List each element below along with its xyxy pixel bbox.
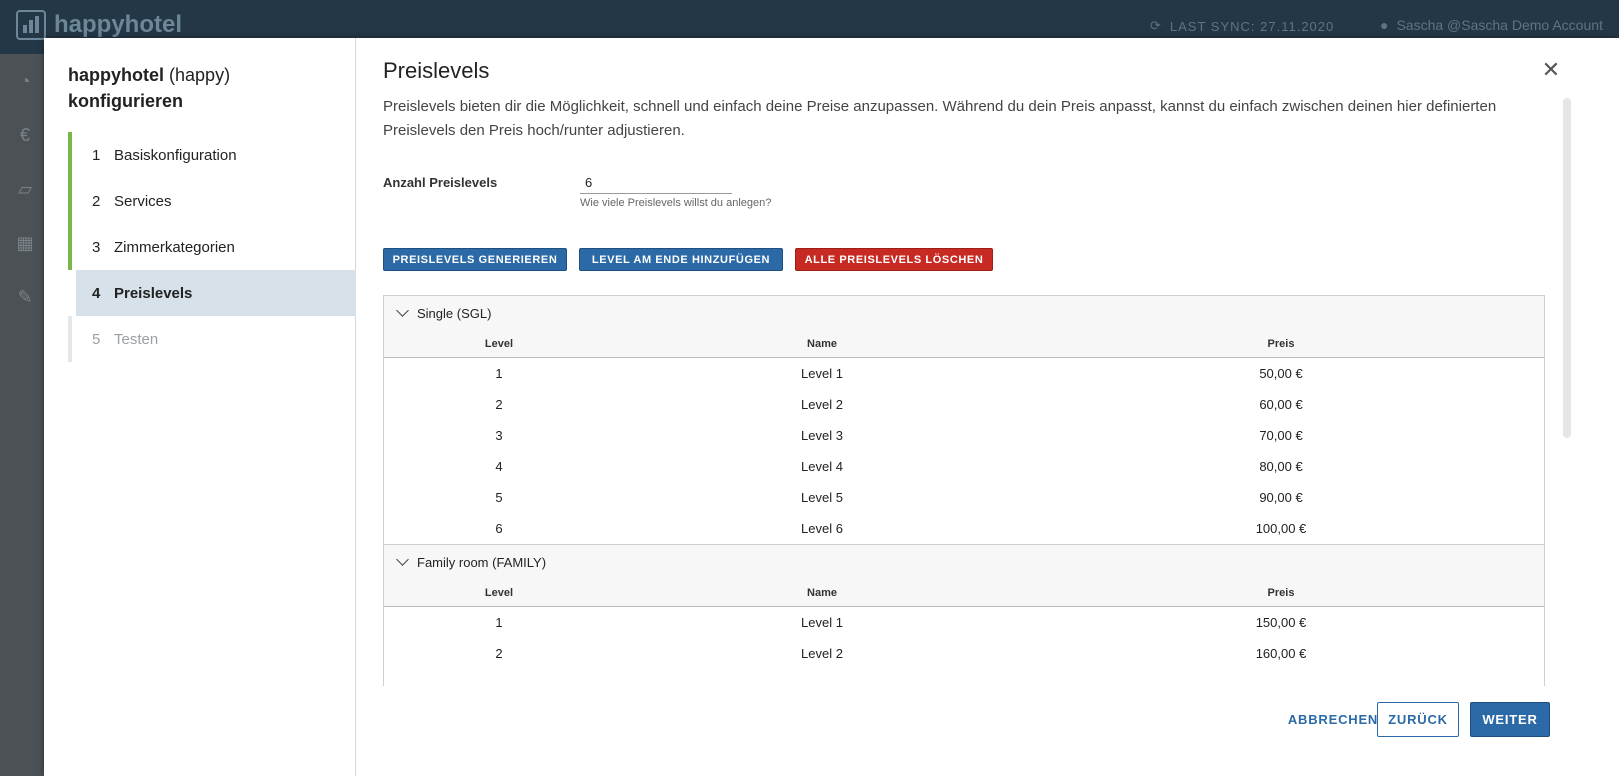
step-number: 5	[92, 330, 101, 348]
cancel-button[interactable]: ABBRECHEN	[1273, 702, 1393, 737]
step-label: Services	[114, 192, 172, 210]
step-services[interactable]: 2 Services	[68, 178, 356, 224]
chevron-down-icon	[396, 304, 409, 317]
group-header[interactable]: Family room (FAMILY)	[384, 545, 1544, 579]
grid-header: Level Name Preis	[384, 330, 1544, 358]
cell-name: Level 4	[801, 459, 843, 474]
step-preislevels[interactable]: 4 Preislevels	[72, 270, 356, 316]
calendar-icon[interactable]: ▦	[14, 232, 36, 254]
step-testen[interactable]: 5 Testen	[68, 316, 356, 362]
step-number: 1	[92, 146, 101, 164]
group-header[interactable]: Single (SGL)	[384, 296, 1544, 330]
delete-all-levels-button[interactable]: ALLE PREISLEVELS LÖSCHEN	[795, 248, 993, 271]
column-name[interactable]: Name	[614, 338, 1030, 350]
config-modal: happyhotel (happy) konfigurieren 1 Basis…	[44, 38, 1619, 776]
cell-name: Level 2	[801, 397, 843, 412]
euro-icon[interactable]: €	[14, 124, 36, 146]
levels-count-input[interactable]	[580, 172, 732, 194]
sync-status: ⟳ LAST SYNC: 27.11.2020	[1150, 18, 1334, 34]
step-label: Testen	[114, 330, 159, 348]
chevron-down-icon	[396, 553, 409, 566]
chart-icon[interactable]: ▱	[14, 178, 36, 200]
step-basiskonfiguration[interactable]: 1 Basiskonfiguration	[68, 132, 356, 178]
column-price[interactable]: Preis	[1030, 338, 1532, 350]
cell-name: Level 1	[801, 366, 843, 381]
modal-content: Preislevels Preislevels bieten dir die M…	[383, 38, 1563, 686]
cell-price: 60,00 €	[1259, 397, 1303, 412]
cell-level: 3	[495, 428, 503, 443]
step-number: 3	[92, 238, 101, 256]
group-title: Family room (FAMILY)	[417, 554, 547, 570]
room-group-family: Family room (FAMILY) Level Name Preis 1 …	[384, 544, 1544, 669]
page-description: Preislevels bieten dir die Möglichkeit, …	[383, 98, 1497, 139]
content-scrollbar[interactable]	[1563, 98, 1571, 438]
cell-level: 2	[495, 646, 503, 661]
wizard-steps: 1 Basiskonfiguration 2 Services 3 Zimmer…	[68, 132, 356, 362]
sync-icon: ⟳	[1150, 18, 1162, 33]
step-label: Basiskonfiguration	[114, 146, 237, 164]
cell-price: 50,00 €	[1259, 366, 1303, 381]
step-label: Zimmerkategorien	[114, 238, 235, 256]
app-name: happyhotel	[54, 11, 183, 38]
modal-title-name: happyhotel	[68, 65, 165, 85]
cell-price: 150,00 €	[1255, 615, 1307, 630]
levels-grid: Single (SGL) Level Name Preis 1 Level 1 …	[383, 295, 1545, 686]
cell-level: 5	[495, 490, 503, 505]
step-label: Preislevels	[114, 284, 193, 302]
table-row[interactable]: 2 Level 2 160,00 €	[384, 638, 1544, 669]
grid-header: Level Name Preis	[384, 579, 1544, 607]
user-icon: ●	[1380, 17, 1389, 33]
page-title: Preislevels	[383, 58, 490, 83]
cell-price: 160,00 €	[1255, 646, 1307, 661]
cell-price: 90,00 €	[1259, 490, 1303, 505]
cell-level: 1	[495, 366, 503, 381]
cell-name: Level 2	[801, 646, 843, 661]
step-number: 4	[92, 284, 101, 302]
modal-title: happyhotel (happy) konfigurieren	[68, 62, 230, 114]
cell-level: 2	[495, 397, 503, 412]
column-level[interactable]: Level	[384, 338, 614, 350]
table-row[interactable]: 1 Level 1 50,00 €	[384, 358, 1544, 389]
dashboard-icon[interactable]: ◔	[14, 70, 36, 92]
step-number: 2	[92, 192, 101, 210]
user-text: Sascha @Sascha Demo Account	[1396, 17, 1603, 33]
back-button[interactable]: ZURÜCK	[1377, 702, 1459, 737]
cell-name: Level 1	[801, 615, 843, 630]
app-sidebar: ◔ € ▱ ▦ ✎	[0, 54, 44, 776]
cell-price: 70,00 €	[1259, 428, 1303, 443]
cell-price: 80,00 €	[1259, 459, 1303, 474]
cell-name: Level 5	[801, 490, 843, 505]
chart-logo-icon	[16, 10, 46, 40]
table-row[interactable]: 4 Level 4 80,00 €	[384, 451, 1544, 482]
table-row[interactable]: 3 Level 3 70,00 €	[384, 420, 1544, 451]
next-button[interactable]: WEITER	[1470, 702, 1550, 737]
column-name[interactable]: Name	[614, 587, 1030, 599]
sync-text: LAST SYNC: 27.11.2020	[1169, 18, 1335, 34]
cell-name: Level 6	[801, 521, 843, 536]
cell-level: 1	[495, 615, 503, 630]
levels-count-label: Anzahl Preislevels	[383, 175, 498, 190]
table-row[interactable]: 2 Level 2 60,00 €	[384, 389, 1544, 420]
modal-title-line2: konfigurieren	[68, 91, 184, 111]
table-row[interactable]: 1 Level 1 150,00 €	[384, 607, 1544, 638]
generate-levels-button[interactable]: PREISLEVELS GENERIEREN	[383, 248, 567, 271]
cell-name: Level 3	[801, 428, 843, 443]
column-price[interactable]: Preis	[1030, 587, 1532, 599]
add-level-button[interactable]: LEVEL AM ENDE HINZUFÜGEN	[579, 248, 783, 271]
group-title: Single (SGL)	[417, 305, 492, 321]
modal-title-sub: (happy)	[169, 65, 231, 85]
levels-count-help: Wie viele Preislevels willst du anlegen?	[580, 197, 772, 209]
cell-level: 6	[495, 521, 503, 536]
app-logo[interactable]: happyhotel	[16, 10, 182, 40]
wizard-sidebar: happyhotel (happy) konfigurieren 1 Basis…	[44, 38, 356, 776]
user-menu[interactable]: ● Sascha @Sascha Demo Account	[1380, 17, 1603, 33]
column-level[interactable]: Level	[384, 587, 614, 599]
step-zimmerkategorien[interactable]: 3 Zimmerkategorien	[68, 224, 356, 270]
room-group-single: Single (SGL) Level Name Preis 1 Level 1 …	[384, 296, 1544, 544]
wrench-icon[interactable]: ✎	[14, 286, 36, 308]
table-row[interactable]: 6 Level 6 100,00 €	[384, 513, 1544, 544]
table-row[interactable]: 5 Level 5 90,00 €	[384, 482, 1544, 513]
cell-price: 100,00 €	[1255, 521, 1307, 536]
cell-level: 4	[495, 459, 503, 474]
